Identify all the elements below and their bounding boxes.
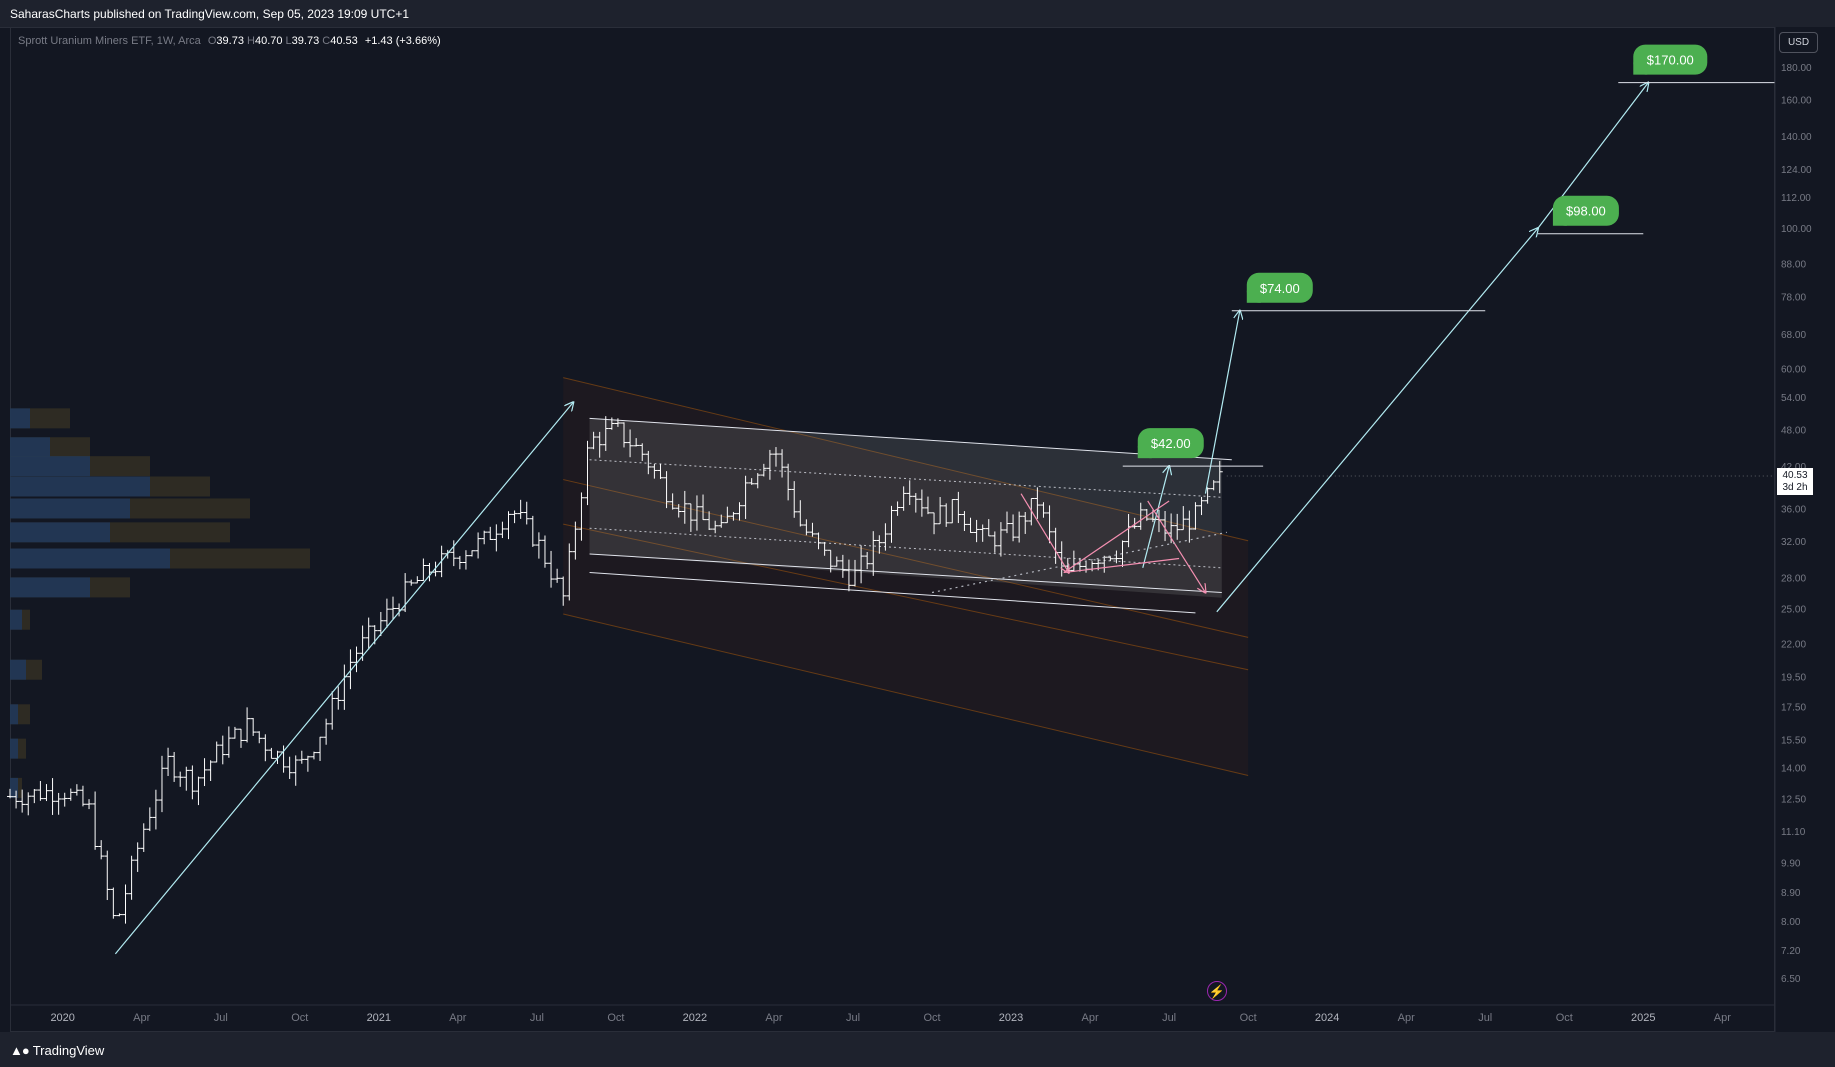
price-chart[interactable]: $42.00 $74.00 $98.00 $170.00 180.00 160.00 14… bbox=[0, 0, 1835, 1067]
y-tick-label: 124.00 bbox=[1781, 165, 1812, 176]
high-label: H bbox=[247, 35, 255, 47]
x-tick-label: 2020 bbox=[50, 1012, 74, 1024]
volume-profile-bar-up bbox=[10, 738, 18, 759]
y-tick-label: 7.20 bbox=[1781, 946, 1801, 957]
volume-profile-bar-up bbox=[10, 456, 90, 477]
y-tick-label: 112.00 bbox=[1781, 193, 1811, 204]
y-tick-label: 28.00 bbox=[1781, 573, 1806, 584]
volume-profile-bar-up bbox=[10, 609, 22, 630]
y-tick-label: 36.00 bbox=[1781, 504, 1806, 515]
y-tick-label: 88.00 bbox=[1781, 259, 1806, 270]
y-tick-label: 48.00 bbox=[1781, 426, 1806, 437]
tradingview-logo[interactable]: ▲● TradingView bbox=[10, 1043, 104, 1058]
change-value: +1.43 (+3.66%) bbox=[364, 35, 441, 47]
y-tick-label: 68.00 bbox=[1781, 330, 1806, 341]
lightning-icon[interactable]: ⚡ bbox=[1207, 981, 1227, 1001]
x-tick-label: 2024 bbox=[1315, 1012, 1339, 1024]
symbol-legend: Sprott Uranium Miners ETF, 1W, Arca O39.… bbox=[18, 35, 441, 47]
target-label-text: $98.00 bbox=[1566, 204, 1606, 219]
volume-profile-bar-up bbox=[10, 498, 130, 519]
y-tick-label: 100.00 bbox=[1781, 224, 1812, 235]
x-tick-label: Oct bbox=[923, 1012, 940, 1024]
y-tick-label: 32.00 bbox=[1781, 537, 1806, 548]
x-tick-label: Apr bbox=[449, 1012, 466, 1024]
x-tick-label: Oct bbox=[1556, 1012, 1573, 1024]
volume-profile-bar-up bbox=[10, 476, 150, 497]
x-tick-label: Apr bbox=[133, 1012, 150, 1024]
y-tick-label: 180.00 bbox=[1781, 63, 1812, 74]
x-tick-label: Oct bbox=[607, 1012, 624, 1024]
y-tick-label: 140.00 bbox=[1781, 132, 1812, 143]
close-value: 40.53 bbox=[330, 35, 358, 47]
y-tick-label: 9.90 bbox=[1781, 859, 1801, 870]
y-tick-label: 160.00 bbox=[1781, 95, 1812, 106]
x-tick-label: Oct bbox=[1240, 1012, 1257, 1024]
y-tick-label: 78.00 bbox=[1781, 292, 1806, 303]
y-tick-label: 12.50 bbox=[1781, 795, 1806, 806]
x-tick-label: Apr bbox=[1082, 1012, 1099, 1024]
symbol-name: Sprott Uranium Miners ETF, 1W, Arca bbox=[18, 35, 201, 47]
time-axis: 2020 Apr Jul Oct 2021 Apr Jul Oct 2022 Apr Jul Oct 2… bbox=[10, 1004, 1775, 1024]
volume-profile-bar-up bbox=[10, 522, 110, 543]
price-axis: 180.00 160.00 140.00 124.00 112.00 100.00 88.0… bbox=[1774, 27, 1835, 1032]
tv-mark-icon: ▲● bbox=[10, 1043, 30, 1058]
brand-label: TradingView bbox=[32, 1043, 105, 1058]
volume-profile-bar-up bbox=[10, 777, 18, 798]
volume-profile-bar-up bbox=[10, 704, 18, 725]
x-tick-label: Apr bbox=[1398, 1012, 1415, 1024]
y-tick-label: 15.50 bbox=[1781, 736, 1806, 747]
x-tick-label: 2022 bbox=[683, 1012, 707, 1024]
target-label-text: $74.00 bbox=[1260, 281, 1300, 296]
target-labels: $42.00 $74.00 $98.00 $170.00 bbox=[1122, 44, 1785, 477]
x-tick-label: Apr bbox=[765, 1012, 782, 1024]
volume-profile-bar-up bbox=[10, 408, 30, 429]
volume-profile-bar-up bbox=[10, 577, 90, 598]
x-tick-label: 2023 bbox=[999, 1012, 1023, 1024]
y-tick-label: 14.00 bbox=[1781, 764, 1806, 775]
x-tick-label: 2021 bbox=[367, 1012, 391, 1024]
last-price-badge: 40.53 3d 2h bbox=[1777, 467, 1813, 495]
last-price-label: 40.53 bbox=[1782, 469, 1808, 481]
x-tick-label: Jul bbox=[846, 1012, 860, 1024]
y-tick-label: 8.90 bbox=[1781, 888, 1801, 899]
x-tick-label: Jul bbox=[214, 1012, 228, 1024]
x-tick-label: Apr bbox=[1714, 1012, 1731, 1024]
y-tick-label: 22.00 bbox=[1781, 640, 1806, 651]
y-tick-label: 11.10 bbox=[1781, 827, 1806, 838]
currency-button[interactable]: USD bbox=[1779, 32, 1818, 53]
x-tick-label: 2025 bbox=[1631, 1012, 1655, 1024]
y-tick-label: 25.00 bbox=[1781, 605, 1806, 616]
y-tick-label: 17.50 bbox=[1781, 702, 1806, 713]
x-tick-label: Jul bbox=[1478, 1012, 1492, 1024]
y-tick-label: 6.50 bbox=[1781, 974, 1801, 985]
footer-bar bbox=[0, 1032, 1835, 1067]
bar-countdown: 3d 2h bbox=[1782, 481, 1808, 493]
y-tick-label: 54.00 bbox=[1781, 393, 1806, 404]
x-tick-label: Jul bbox=[530, 1012, 544, 1024]
volume-profile-bar-up bbox=[10, 437, 50, 458]
target-label-text: $170.00 bbox=[1647, 53, 1694, 68]
x-tick-label: Oct bbox=[291, 1012, 308, 1024]
y-tick-label: 8.00 bbox=[1781, 917, 1801, 928]
target-label-text: $42.00 bbox=[1151, 436, 1191, 451]
volume-profile-bar-up bbox=[10, 659, 26, 680]
open-value: 39.73 bbox=[216, 35, 244, 47]
y-tick-label: 60.00 bbox=[1781, 364, 1806, 375]
low-value: 39.73 bbox=[291, 35, 320, 47]
price-axis-bg bbox=[1775, 27, 1835, 1032]
y-tick-label: 19.50 bbox=[1781, 673, 1806, 684]
x-tick-label: Jul bbox=[1162, 1012, 1176, 1024]
volume-profile-bar-up bbox=[10, 548, 170, 569]
high-value: 40.70 bbox=[254, 35, 283, 47]
